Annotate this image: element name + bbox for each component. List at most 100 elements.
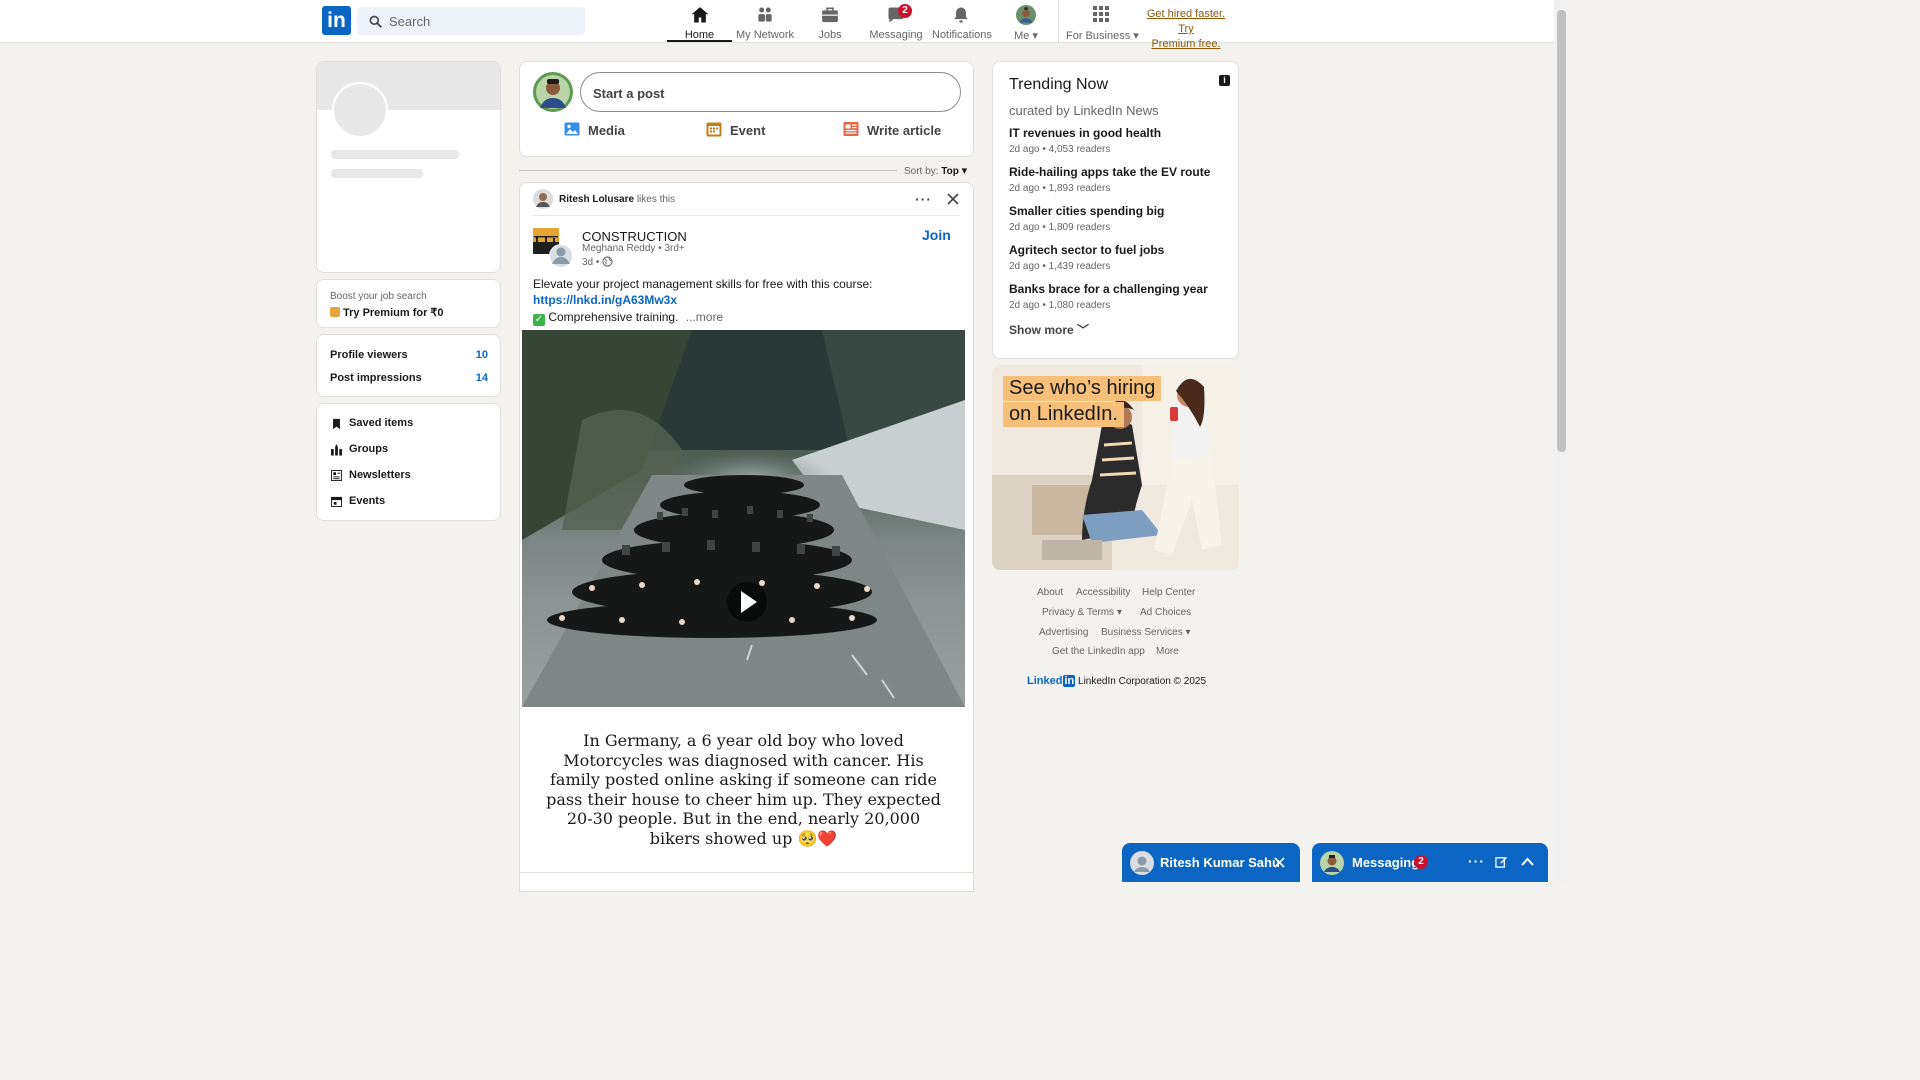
nav-me[interactable]: Me ▾: [1006, 4, 1046, 42]
messaging-overlay[interactable]: Messaging 2 ···: [1312, 843, 1548, 882]
nav-my-network[interactable]: My Network: [733, 4, 797, 42]
profile-viewers-row[interactable]: Profile viewers 10: [330, 349, 488, 361]
grid-icon: [1093, 6, 1109, 22]
premium-card[interactable]: Boost your job search Try Premium for ₹0: [316, 279, 501, 328]
footer-get-app[interactable]: Get the LinkedIn app: [1052, 646, 1145, 657]
scrollbar-thumb[interactable]: [1557, 10, 1566, 452]
conversation-tab[interactable]: Ritesh Kumar Sahu: [1122, 843, 1300, 882]
profile-avatar-placeholder: [332, 82, 388, 138]
footer-about[interactable]: About: [1037, 587, 1063, 598]
caret-down-icon: ▾: [1116, 607, 1122, 618]
post-video[interactable]: [522, 330, 965, 707]
post-impressions-row[interactable]: Post impressions 14: [330, 372, 488, 384]
sort-dropdown[interactable]: Sort by: Top ▾: [904, 164, 967, 177]
close-icon[interactable]: [947, 193, 959, 205]
nav-divider: [1058, 0, 1059, 42]
chevron-down-icon: ﹀: [1077, 323, 1090, 337]
post-time: 3d •: [582, 256, 613, 268]
post-text-line: ✓ Comprehensive training. ...more: [533, 310, 724, 326]
nav-home[interactable]: Home: [667, 4, 732, 42]
social-context: Ritesh Lolusare likes this: [559, 194, 676, 205]
caret-down-icon: ▾: [961, 165, 968, 177]
messaging-badge: 2: [898, 4, 912, 18]
conversation-name: Ritesh Kumar Sahu: [1160, 855, 1280, 870]
see-more-link[interactable]: ...more: [686, 310, 723, 324]
trending-item[interactable]: Smaller cities spending big 2d ago • 1,80…: [1009, 204, 1229, 233]
my-network-icon: [758, 7, 772, 22]
skeleton-line: [331, 150, 459, 159]
group-logo[interactable]: [533, 228, 575, 268]
avatar: [1016, 5, 1036, 25]
nav-messaging-label: Messaging: [869, 29, 923, 41]
author-meta[interactable]: Meghana Reddy • 3rd+: [582, 243, 685, 254]
start-post-input[interactable]: Start a post: [580, 72, 961, 112]
post-bottom-divider: [519, 872, 974, 873]
post-text-line: Elevate your project management skills f…: [533, 277, 873, 291]
ad-headline-2: on LinkedIn.: [1003, 402, 1124, 427]
nav-jobs[interactable]: Jobs: [808, 4, 852, 42]
premium-icon: [330, 307, 340, 317]
avatar: [1130, 851, 1154, 875]
nav-notifications-label: Notifications: [932, 29, 992, 41]
article-icon: [843, 122, 859, 136]
liker-name[interactable]: Ritesh Lolusare: [559, 194, 634, 205]
linkedin-wordmark: Linked in: [1027, 675, 1076, 687]
nav-home-label: Home: [684, 29, 715, 41]
search-box[interactable]: [357, 7, 585, 35]
feed-divider: [519, 170, 897, 171]
video-frame: [522, 330, 965, 707]
messaging-badge: 2: [1414, 855, 1428, 869]
trending-card: Trending Now i curated by LinkedIn News …: [992, 61, 1239, 359]
group-name[interactable]: CONSTRUCTION: [582, 229, 687, 244]
groups-icon: [331, 444, 342, 456]
footer-ad-choices[interactable]: Ad Choices: [1140, 607, 1191, 618]
footer-more[interactable]: More: [1156, 646, 1179, 657]
compose-icon[interactable]: [1495, 855, 1508, 868]
start-post-placeholder: Start a post: [593, 86, 665, 101]
footer-help-center[interactable]: Help Center: [1142, 587, 1195, 598]
footer-business-services[interactable]: Business Services ▾: [1101, 627, 1191, 638]
post-link[interactable]: https://lnkd.in/gA63Mw3x: [533, 293, 677, 307]
search-input[interactable]: [389, 11, 575, 31]
post-composer: Start a post Media Event Write article: [519, 61, 974, 157]
footer-copyright: Linked in LinkedIn Corporation © 2025: [1027, 675, 1207, 687]
more-options-icon[interactable]: ···: [1468, 853, 1485, 869]
close-icon[interactable]: [1274, 857, 1285, 868]
boost-text: Boost your job search: [330, 291, 427, 302]
avatar: [1320, 851, 1344, 875]
bookmark-icon: [333, 418, 340, 430]
bell-icon: [954, 7, 968, 23]
nav-for-business-label: For Business ▾: [1066, 30, 1139, 42]
trending-item[interactable]: Ride-hailing apps take the EV route 2d ag…: [1009, 165, 1229, 194]
premium-line-1[interactable]: Get hired faster. Try: [1140, 7, 1232, 37]
trending-item[interactable]: Agritech sector to fuel jobs 2d ago • 1,4…: [1009, 243, 1229, 272]
chevron-up-icon[interactable]: [1521, 857, 1534, 866]
trending-subtitle: curated by LinkedIn News: [1009, 103, 1159, 118]
post-image-caption: In Germany, a 6 year old boy who loved M…: [546, 731, 941, 848]
nav-for-business[interactable]: For Business ▾: [1066, 4, 1139, 42]
checkmark-icon: ✓: [533, 314, 545, 326]
nav-messaging[interactable]: 2 Messaging: [868, 4, 924, 42]
try-premium-link[interactable]: Try Premium for ₹0: [330, 306, 444, 319]
ad-banner[interactable]: See who’s hiring on LinkedIn.: [992, 365, 1239, 570]
premium-line-2[interactable]: Premium free.: [1140, 37, 1232, 52]
analytics-card: Profile viewers 10 Post impressions 14: [316, 334, 501, 397]
show-more-button[interactable]: Show more ﹀: [1009, 321, 1089, 338]
footer-accessibility[interactable]: Accessibility: [1076, 587, 1130, 598]
nav-notifications[interactable]: Notifications: [932, 4, 992, 42]
trending-item[interactable]: Banks brace for a challenging year 2d ago…: [1009, 282, 1229, 311]
footer-advertising[interactable]: Advertising: [1039, 627, 1088, 638]
footer-privacy-terms[interactable]: Privacy & Terms ▾: [1042, 607, 1122, 618]
caret-down-icon: ▾: [1185, 627, 1191, 638]
shortcuts-card: Saved items Groups Newsletters Events: [316, 403, 501, 521]
briefcase-icon: [822, 7, 838, 23]
info-icon[interactable]: i: [1219, 75, 1230, 86]
more-options-icon[interactable]: ···: [915, 191, 932, 207]
join-button[interactable]: Join: [922, 227, 951, 243]
search-icon: [369, 15, 382, 28]
home-icon: [691, 7, 708, 23]
linkedin-logo[interactable]: in: [322, 6, 351, 35]
trending-item[interactable]: IT revenues in good health 2d ago • 4,053…: [1009, 126, 1229, 155]
post-impressions-count: 14: [475, 372, 488, 384]
premium-link[interactable]: Get hired faster. Try Premium free.: [1140, 7, 1232, 52]
